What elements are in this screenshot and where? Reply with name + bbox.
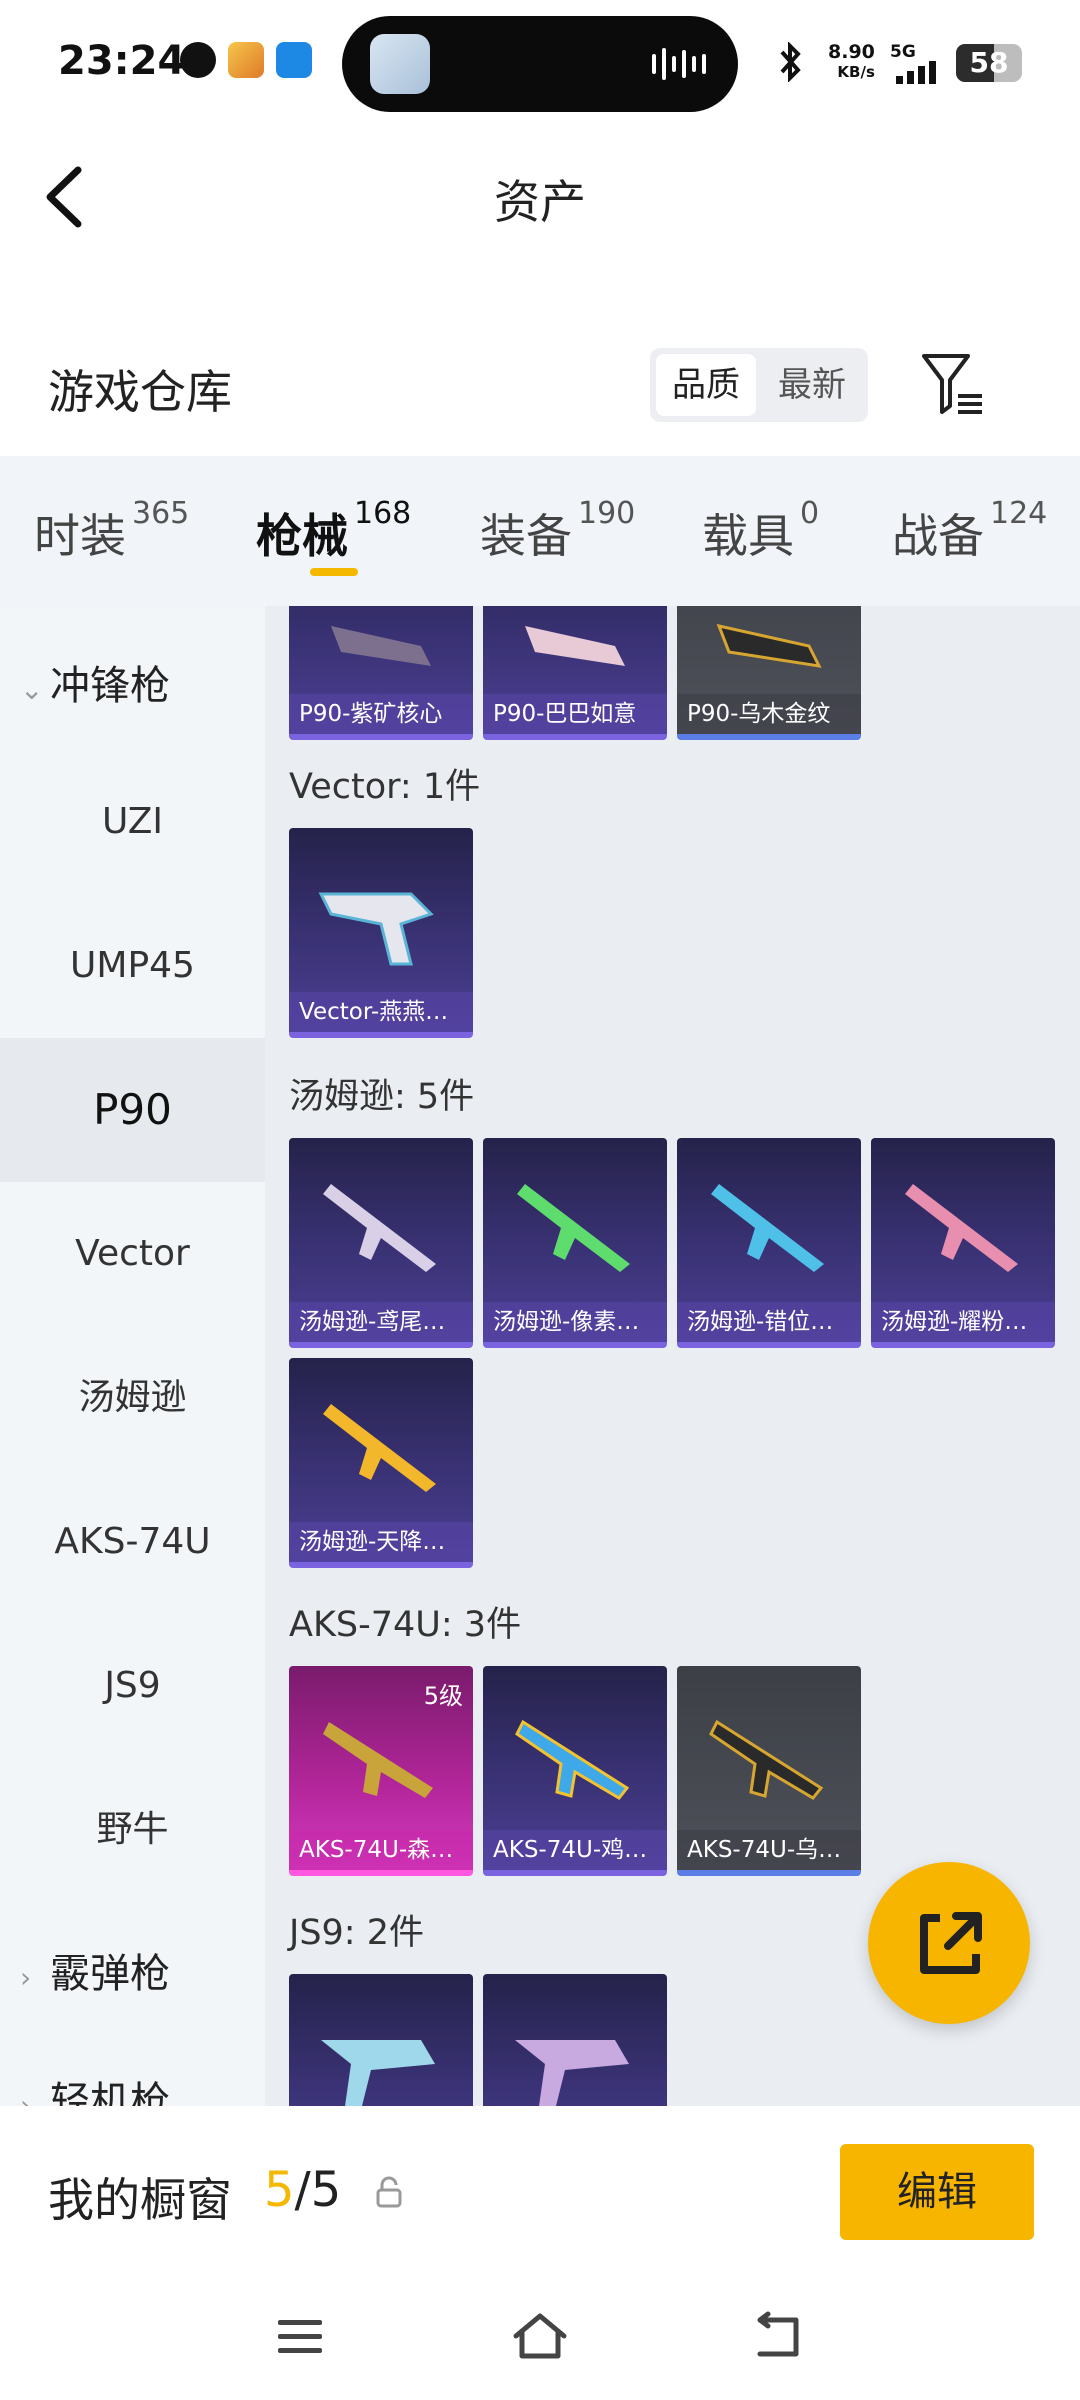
tab-fashion[interactable]: 时装 365	[34, 496, 189, 566]
bluetooth-icon	[780, 42, 801, 82]
sort-toggle: 品质 最新	[650, 348, 868, 422]
filter-icon[interactable]	[918, 350, 988, 420]
sidebar-item-aks74u[interactable]: AKS-74U	[0, 1470, 265, 1614]
signal-icon	[896, 61, 936, 84]
sidebar-item-thompson[interactable]: 汤姆逊	[0, 1326, 265, 1470]
p90-skin-icon	[331, 626, 431, 666]
weapon-card[interactable]: AKS-74U-鸡…	[483, 1666, 667, 1876]
page-title: 资产	[494, 175, 586, 229]
group-label-js9: JS9: 2件	[289, 1913, 424, 1953]
sidebar-item-js9[interactable]: JS9	[0, 1614, 265, 1758]
home-icon[interactable]	[510, 2306, 570, 2366]
menu-icon[interactable]	[270, 2306, 330, 2366]
group-label-thompson: 汤姆逊: 5件	[289, 1077, 475, 1117]
sidebar-group-smg[interactable]: ⌄ 冲锋枪	[20, 646, 170, 726]
back-nav-icon[interactable]	[750, 2306, 810, 2366]
sidebar-group-shotgun[interactable]: › 霰弹枪	[20, 1934, 170, 2014]
weapon-card[interactable]: 5级 AKS-74U-森…	[289, 1666, 473, 1876]
tab-firearms[interactable]: 枪械 168	[256, 496, 411, 566]
network-speed: 8.90 KB/s	[828, 41, 875, 81]
vector-skin-icon	[318, 892, 434, 966]
sidebar-item-ump45[interactable]: UMP45	[0, 894, 265, 1038]
group-label-vector: Vector: 1件	[289, 767, 481, 807]
aks74u-skin-icon	[323, 1722, 433, 1798]
thompson-skin-icon	[517, 1184, 630, 1272]
weapon-card[interactable]: 汤姆逊-耀粉…	[871, 1138, 1055, 1348]
tab-vehicles[interactable]: 载具 0	[702, 496, 819, 566]
js9-skin-icon	[321, 2040, 435, 2106]
weapon-card[interactable]: 汤姆逊-天降…	[289, 1358, 473, 1568]
notification-icon	[180, 42, 216, 78]
weapon-card[interactable]: P90-紫矿核心	[289, 606, 473, 740]
category-tabs: 时装 365 枪械 168 装备 190 载具 0 战备 124	[0, 456, 1080, 606]
weapon-card[interactable]: Vector-燕燕…	[289, 828, 473, 1038]
sort-quality-button[interactable]: 品质	[656, 354, 756, 416]
lock-icon	[376, 2176, 402, 2208]
weapon-card[interactable]	[483, 1974, 667, 2106]
active-tab-indicator	[310, 568, 358, 576]
chevron-right-icon: ›	[20, 1961, 32, 1994]
group-label-aks74u: AKS-74U: 3件	[289, 1605, 522, 1645]
sidebar-group-lmg[interactable]: › 轻机枪	[20, 2062, 170, 2106]
sort-newest-button[interactable]: 最新	[762, 354, 862, 416]
status-bar: 23:24 8.90 KB/s 5G 58	[0, 0, 1080, 128]
tab-supplies[interactable]: 战备 124	[892, 496, 1047, 566]
weapon-card[interactable]: 汤姆逊-错位…	[677, 1138, 861, 1348]
p90-skin-icon	[716, 623, 822, 668]
showcase-label: 我的橱窗	[48, 2173, 232, 2227]
nfc-icon	[276, 42, 312, 78]
audio-wave-icon	[652, 48, 706, 80]
showcase-count: 5/5	[264, 2162, 342, 2218]
chevron-right-icon: ›	[20, 2089, 32, 2106]
aks74u-skin-icon	[709, 1719, 824, 1800]
weapon-card[interactable]	[289, 1974, 473, 2106]
thompson-skin-icon	[905, 1184, 1018, 1272]
weapon-card[interactable]: AKS-74U-乌…	[677, 1666, 861, 1876]
p90-skin-icon	[525, 626, 625, 666]
weapon-card[interactable]: 汤姆逊-鸢尾…	[289, 1138, 473, 1348]
sidebar-item-bison[interactable]: 野牛	[0, 1758, 265, 1902]
thompson-skin-icon	[323, 1404, 436, 1492]
island-app-icon	[370, 34, 430, 94]
chevron-down-icon: ⌄	[20, 673, 44, 706]
status-time: 23:24	[58, 38, 186, 84]
aks74u-skin-icon	[515, 1719, 630, 1800]
tab-equipment[interactable]: 装备 190	[480, 496, 635, 566]
showcase-panel: 我的橱窗 5/5 编辑	[0, 2106, 1080, 2400]
share-button[interactable]	[868, 1862, 1030, 2024]
weapon-card[interactable]: 汤姆逊-像素…	[483, 1138, 667, 1348]
warehouse-title: 游戏仓库	[48, 365, 232, 419]
js9-skin-icon	[515, 2040, 629, 2106]
weapon-sidebar: ⌄ 冲锋枪 UZI UMP45 P90 Vector 汤姆逊 AKS-74U JS…	[0, 606, 265, 2106]
thompson-skin-icon	[711, 1184, 824, 1272]
battery-indicator: 58	[956, 44, 1022, 82]
weapon-card[interactable]: P90-巴巴如意	[483, 606, 667, 740]
edit-button[interactable]: 编辑	[840, 2144, 1034, 2240]
dynamic-island[interactable]	[342, 16, 738, 112]
share-external-icon	[920, 1912, 982, 1974]
thompson-skin-icon	[323, 1184, 436, 1272]
sidebar-item-vector[interactable]: Vector	[0, 1182, 265, 1326]
game-app-icon	[228, 42, 264, 78]
weapon-card[interactable]: P90-乌木金纹	[677, 606, 861, 740]
sidebar-item-p90[interactable]: P90	[0, 1038, 265, 1182]
sidebar-item-uzi[interactable]: UZI	[0, 750, 265, 894]
